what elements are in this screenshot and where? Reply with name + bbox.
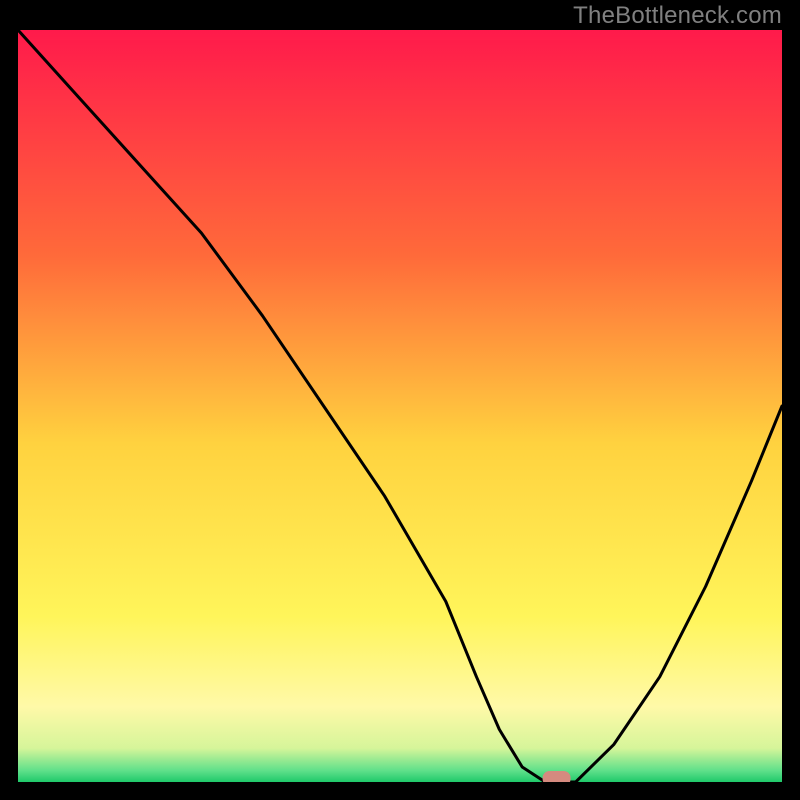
plot-area	[18, 30, 782, 782]
gradient-background	[18, 30, 782, 782]
chart-svg	[18, 30, 782, 782]
watermark-text: TheBottleneck.com	[573, 2, 782, 30]
optimal-marker	[543, 771, 571, 782]
chart-container: TheBottleneck.com	[0, 0, 800, 800]
